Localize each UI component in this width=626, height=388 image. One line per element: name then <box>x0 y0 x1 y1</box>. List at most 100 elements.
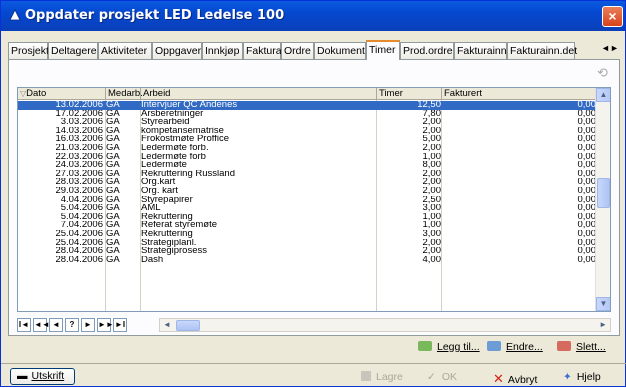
vertical-scrollbar[interactable]: ▲ ▼ <box>595 88 610 311</box>
cell-medarb: GA <box>106 247 120 256</box>
cell-dato: 21.03.2006 <box>55 143 103 153</box>
app-triangle-icon <box>9 9 21 21</box>
tab-dokument[interactable]: Dokument <box>314 42 366 59</box>
cell-fakturert: 0,00 <box>577 255 597 265</box>
cell-medarb: GA <box>106 186 120 196</box>
scroll-down-icon[interactable]: ▼ <box>596 297 610 311</box>
table-row[interactable]: 3.03.2006 GA Styrearbeid 2,00 0,00 <box>18 118 596 127</box>
tab-fakturainn-det[interactable]: Fakturainn.det <box>507 42 577 59</box>
delete-button[interactable]: Slett... <box>557 341 606 353</box>
cell-dato: 28.03.2006 <box>55 178 103 187</box>
nav-next-button[interactable]: ► <box>81 318 95 332</box>
header-medarb[interactable]: Medarb. <box>106 88 143 100</box>
scroll-thumb[interactable] <box>597 178 610 208</box>
help-button[interactable]: ✦ Hjelp <box>563 371 601 383</box>
cell-dato: 24.03.2006 <box>55 161 103 170</box>
save-button[interactable]: Lagre <box>361 371 403 383</box>
table-row[interactable]: 28.03.2006 GA Org.kart 2,00 0,00 <box>18 178 596 187</box>
ok-button[interactable]: ✓ OK <box>427 371 457 383</box>
table-row[interactable]: 24.03.2006 GA Ledermøte 8,00 0,00 <box>18 161 596 170</box>
tab-prosjekt[interactable]: Prosjekt <box>8 42 49 59</box>
grid-header: ▽Dato Medarb. Arbeid Timer Fakturert <box>18 88 596 100</box>
edit-icon <box>487 341 501 351</box>
tab-scroll-left-icon[interactable]: ◄ <box>601 43 610 53</box>
cell-timer: 1,00 <box>422 152 442 162</box>
cell-timer: 8,00 <box>422 161 442 170</box>
tab-oppgaver[interactable]: Oppgaver <box>152 42 202 59</box>
cell-dato: 4.04.2006 <box>60 195 103 205</box>
cell-fakturert: 0,00 <box>577 247 597 256</box>
print-button[interactable]: ▬ Utskrift <box>10 368 75 385</box>
nav-next-page-button[interactable]: ►► <box>97 318 114 332</box>
cell-arbeid: Strategiprosess <box>141 247 208 256</box>
table-row[interactable]: 22.03.2006 GA Ledermøte forb 1,00 0,00 <box>18 153 596 162</box>
cell-medarb: GA <box>106 178 120 187</box>
scroll-left-icon[interactable]: ◄ <box>163 320 171 329</box>
header-fakturert[interactable]: Fakturert <box>442 88 596 100</box>
cell-arbeid: Ledermøte <box>141 161 187 170</box>
cancel-button[interactable]: ✕ Avbryt <box>493 371 537 387</box>
cell-fakturert: 0,00 <box>577 178 597 187</box>
cell-timer: 3,00 <box>422 204 442 213</box>
table-row[interactable]: 4.04.2006 GA Styrepapirer 2,50 0,00 <box>18 196 596 205</box>
cell-arbeid: Årsberetninger <box>141 109 204 119</box>
nav-prev-button[interactable]: ◄ <box>49 318 63 332</box>
table-row[interactable]: 16.03.2006 GA Frokostmøte Proffice 5,00 0,00 <box>18 135 596 144</box>
table-row[interactable]: 29.03.2006 GA Org. kart 2,00 0,00 <box>18 187 596 196</box>
edit-button[interactable]: Endre... <box>487 341 543 353</box>
header-arbeid[interactable]: Arbeid <box>141 88 377 100</box>
horizontal-scroll-thumb[interactable] <box>176 320 200 331</box>
table-row[interactable]: 5.04.2006 GA Rekruttering 1,00 0,00 <box>18 213 596 222</box>
cell-dato: 25.04.2006 <box>55 229 103 239</box>
table-row[interactable]: 21.03.2006 GA Ledermøte forb. 2,00 0,00 <box>18 144 596 153</box>
table-row[interactable]: 14.03.2006 GA kompetansematrise 2,00 0,00 <box>18 127 596 136</box>
horizontal-scrollbar[interactable]: ◄ ► <box>159 318 611 332</box>
table-row[interactable]: 28.04.2006 GA Strategiprosess 2,00 0,00 <box>18 247 596 256</box>
cell-medarb: GA <box>106 195 120 205</box>
nav-query-button[interactable]: ? <box>65 318 79 332</box>
cell-arbeid: Frokostmøte Proffice <box>141 135 229 144</box>
add-button[interactable]: Legg til... <box>418 341 480 353</box>
cell-timer: 4,00 <box>422 255 442 265</box>
tab-aktiviteter[interactable]: Aktiviteter <box>98 42 152 59</box>
nav-first-button[interactable]: I◄ <box>17 318 31 332</box>
printer-icon: ▬ <box>17 370 28 382</box>
nav-last-button[interactable]: ►I <box>113 318 127 332</box>
table-row[interactable]: 7.04.2006 GA Referat styremøte 1,00 0,00 <box>18 221 596 230</box>
dialog-window: Oppdater prosjekt LED Ledelse 100 × Pros… <box>0 0 626 387</box>
table-row[interactable]: 13.02.2006 GA Intervjuer QC Andenes 12,50 0,… <box>18 101 596 110</box>
hours-grid[interactable]: ▽Dato Medarb. Arbeid Timer Fakturert 13.… <box>17 87 611 312</box>
window-title: Oppdater prosjekt LED Ledelse 100 <box>25 8 285 23</box>
cell-medarb: GA <box>106 135 120 144</box>
tab-deltagere[interactable]: Deltagere <box>48 42 98 59</box>
tab-scroll-right-icon[interactable]: ► <box>610 43 619 53</box>
tab-ordre[interactable]: Ordre <box>281 42 314 59</box>
cell-timer: 2,00 <box>422 169 442 179</box>
cell-arbeid: Ledermøte forb. <box>141 143 209 153</box>
tab-timer[interactable]: Timer <box>366 40 400 60</box>
header-timer[interactable]: Timer <box>377 88 442 100</box>
table-row[interactable]: 28.04.2006 GA Dash 4,00 0,00 <box>18 256 596 265</box>
cell-timer: 2,00 <box>422 247 442 256</box>
scroll-right-icon[interactable]: ► <box>599 320 607 329</box>
tab-panel-timer: ⟲ ▽Dato Medarb. Arbeid Timer Fakturert 1… <box>8 59 620 336</box>
close-button[interactable]: × <box>602 6 623 27</box>
refresh-icon[interactable]: ⟲ <box>597 66 611 80</box>
scroll-up-icon[interactable]: ▲ <box>596 88 610 102</box>
title-bar[interactable]: Oppdater prosjekt LED Ledelse 100 × <box>1 1 625 31</box>
table-row[interactable]: 5.04.2006 GA AML 3,00 0,00 <box>18 204 596 213</box>
tab-faktura[interactable]: Faktura <box>243 42 282 59</box>
table-row[interactable]: 17.02.2006 GA Årsberetninger 7,80 0,00 <box>18 110 596 119</box>
header-dato[interactable]: ▽Dato <box>18 88 106 100</box>
cell-fakturert: 0,00 <box>577 152 597 162</box>
cell-medarb: GA <box>106 152 120 162</box>
nav-prev-page-button[interactable]: ◄◄ <box>33 318 50 332</box>
tab-innkjop[interactable]: Innkjøp <box>202 42 243 59</box>
tab-prod-ordre[interactable]: Prod.ordre <box>400 42 454 59</box>
cell-arbeid: Ledermøte forb <box>141 152 206 162</box>
table-row[interactable]: 25.04.2006 GA Rekruttering 3,00 0,00 <box>18 230 596 239</box>
cell-fakturert: 0,00 <box>577 186 597 196</box>
table-row[interactable]: 27.03.2006 GA Rekruttering Russland 2,00 0,0… <box>18 170 596 179</box>
tab-fakturainn[interactable]: Fakturainn <box>454 42 507 59</box>
table-row[interactable]: 25.04.2006 GA Strategiplanl. 2,00 0,00 <box>18 239 596 248</box>
